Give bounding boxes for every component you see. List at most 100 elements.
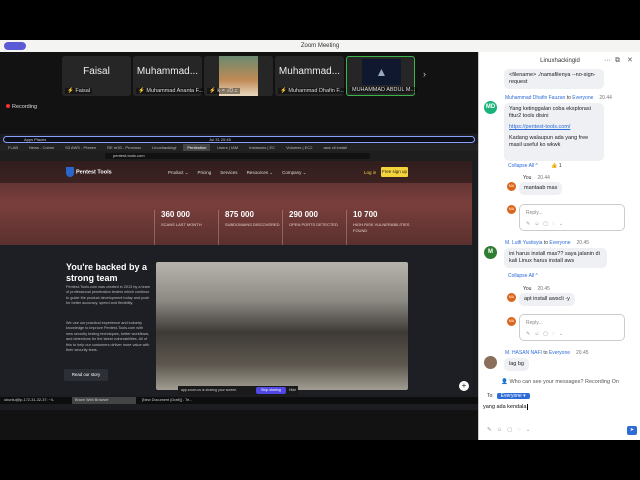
team-heading: You're backed by a strong team [66, 262, 148, 283]
stat-value: 10 700 [353, 210, 378, 219]
message-text: Yang ketinggalan coba eksplorasi fitur2 … [509, 106, 591, 119]
nav-company[interactable]: Company ⌄ [282, 170, 306, 176]
nav-services[interactable]: Services [220, 170, 237, 176]
site-logo[interactable]: Pentest Tools [66, 167, 112, 177]
browser-tab-active[interactable]: Pentestion [183, 144, 211, 151]
address-bar[interactable]: pentest-tools.com [105, 153, 370, 159]
send-icon[interactable]: ➤ [627, 426, 637, 435]
message-time: 20.45 [537, 286, 550, 292]
message-text: Kadang walaupun ada yang free masil usef… [509, 135, 589, 148]
browser-tab[interactable]: FLAB [4, 144, 22, 151]
panel-menu[interactable]: Apps Places [24, 137, 46, 142]
team-section: You're backed by a strong team Pentest-T… [0, 245, 472, 395]
close-icon[interactable]: ✕ [627, 52, 633, 70]
stop-sharing-button[interactable]: Stop sharing [256, 387, 286, 394]
mic-muted-icon: ⚡ [280, 88, 287, 94]
shield-logo-icon [66, 167, 74, 177]
composer-tools-icons[interactable]: ✎☺▢◌⌄ [487, 427, 535, 433]
reply-tools-icons[interactable]: ✎☺▢◌⌄ [526, 331, 567, 337]
arch-logo-icon: ▲ [362, 59, 401, 85]
nav-product[interactable]: Product ⌄ [168, 170, 189, 176]
thumbs-up-reaction[interactable]: 👍 1 [551, 163, 561, 169]
message-sender: Muhammad Dhafin Fauzan [505, 95, 566, 101]
plus-icon[interactable]: + [459, 381, 469, 391]
avatar: MA [507, 317, 516, 326]
browser-tab[interactable]: Volumes | EC2 [282, 144, 316, 151]
participant-tile-active[interactable]: ▲ MUHAMMAD ABDUL M... [346, 56, 418, 96]
participant-name-text: Muhammad Dhafin F... [288, 88, 344, 94]
record-dot-icon [6, 104, 10, 108]
message-time: 20.44 [599, 95, 612, 101]
nav-pricing[interactable]: Pricing [198, 170, 212, 176]
message-sender: M. HASAN NAFI [505, 350, 542, 356]
message-link[interactable]: https://pentest-tools.com/ [509, 124, 599, 131]
browser-tab[interactable]: Instances | EC [245, 144, 279, 151]
participant-name-text: MUHAMMAD ABDUL M... [352, 87, 416, 93]
chat-title: Linuxhackingid [540, 58, 580, 64]
nav-resources[interactable]: Resources ⌄ [247, 170, 274, 176]
browser-tab[interactable]: aws cli install [319, 144, 350, 151]
people-icon: 👤 [501, 379, 508, 385]
visibility-notice[interactable]: 👤 Who can see your messages? Recording O… [479, 379, 640, 385]
participant-display: Faisal [83, 66, 110, 77]
chat-message: Yang ketinggalan coba eksplorasi fitur2 … [504, 103, 604, 161]
to-label: to [543, 350, 548, 356]
recipient-dropdown[interactable]: Everyone ▾ [496, 393, 530, 399]
chat-panel: Linuxhackingid ··· ⧉ ✕ <filename> ./namafil… [478, 52, 640, 440]
avatar: MA [507, 205, 516, 214]
taskbar-item[interactable]: Brave Web Browser [72, 397, 136, 404]
logo-text: Pentest Tools [76, 169, 112, 176]
recording-indicator: Recording [6, 104, 37, 110]
mic-muted-icon: ⚡ [138, 88, 145, 94]
reply-input[interactable]: Reply... ✎☺▢◌⌄ [519, 314, 625, 341]
message-input-text: yang ada kendala [483, 404, 527, 410]
to-label: to [543, 240, 548, 246]
message-time: 20.45 [576, 350, 589, 356]
stat-label: SUBDOMAINS DISCOVERED [225, 222, 280, 227]
browser-tab[interactable]: Users | IAM [213, 144, 242, 151]
message-time: 20.45 [576, 240, 590, 246]
signup-button[interactable]: Free sign up [381, 167, 408, 177]
team-paragraph: Pentest-Tools.com was created in 2013 by… [66, 285, 150, 306]
recipient-selector: To: Everyone ▾ [487, 393, 530, 399]
message-target: Everyone [549, 240, 571, 246]
collapse-all-button[interactable]: Collapse All ^ [508, 273, 538, 279]
site-nav: Pentest Tools Product ⌄ Pricing Services Re… [0, 161, 472, 183]
participant-tile[interactable]: Muhammad... ⚡ Muhammad Dhafin F... [275, 56, 346, 96]
reply-tools-icons[interactable]: ✎☺▢◌⌄ [526, 221, 567, 227]
message-sender: You [523, 286, 532, 292]
participant-tile[interactable]: Muhammad... ⚡ Muhammad Ananta F... [133, 56, 205, 96]
message-sender: You [523, 175, 532, 181]
participant-tile[interactable]: Faisal ⚡ Faisal [62, 56, 131, 96]
sharing-bar: app.zoom.us is sharing your screen. Stop … [178, 386, 298, 395]
team-photo [156, 262, 408, 390]
stat-value: 290 000 [289, 210, 318, 219]
popout-icon[interactable]: ⧉ [615, 52, 620, 70]
browser-tab[interactable]: S3 AWS - Presen [61, 144, 100, 151]
screen-share-indicator[interactable] [4, 42, 26, 50]
browser-toolbar: pentest-tools.com [0, 151, 478, 161]
reply-input[interactable]: Reply... ✎☺▢◌⌄ [519, 204, 625, 231]
taskbar-item[interactable]: ubuntu@ip-172-31-32-37: ~/L [4, 397, 54, 404]
collapse-all-button[interactable]: Collapse All ^ [508, 163, 538, 169]
participant-tile[interactable]: ⚡ k = √D.c [204, 56, 273, 96]
message-input[interactable]: yang ada kendala [483, 404, 529, 410]
mic-muted-icon: ⚡ [67, 88, 74, 94]
more-icon[interactable]: ··· [604, 52, 611, 70]
browser-tab[interactable]: RE re30 - Proxmox [103, 144, 145, 151]
reply-placeholder: Reply... [526, 320, 543, 326]
participant-name: MUHAMMAD ABDUL M... [350, 87, 418, 93]
stat-label: HIGH RISK VULNERABILITIES FOUND [353, 222, 410, 233]
participant-display: Muhammad... [278, 66, 341, 77]
taskbar-item[interactable]: [New Document (Draft)] - Te... [142, 397, 192, 404]
message-target: Everyone [572, 95, 594, 101]
next-participants-chevron-icon[interactable]: › [423, 69, 426, 79]
stat-value: 875 000 [225, 210, 254, 219]
hide-button[interactable]: Hide [289, 386, 296, 395]
stat-value: 360 000 [161, 210, 190, 219]
browser-tab[interactable]: Linuxhackingi [148, 144, 180, 151]
chat-message: <filename> ./namafilenya --no-sign-reque… [504, 69, 604, 89]
login-link[interactable]: Log in [364, 170, 376, 175]
browser-tab[interactable]: News - Coinm [25, 144, 58, 151]
read-story-button[interactable]: Read our story [64, 369, 108, 381]
